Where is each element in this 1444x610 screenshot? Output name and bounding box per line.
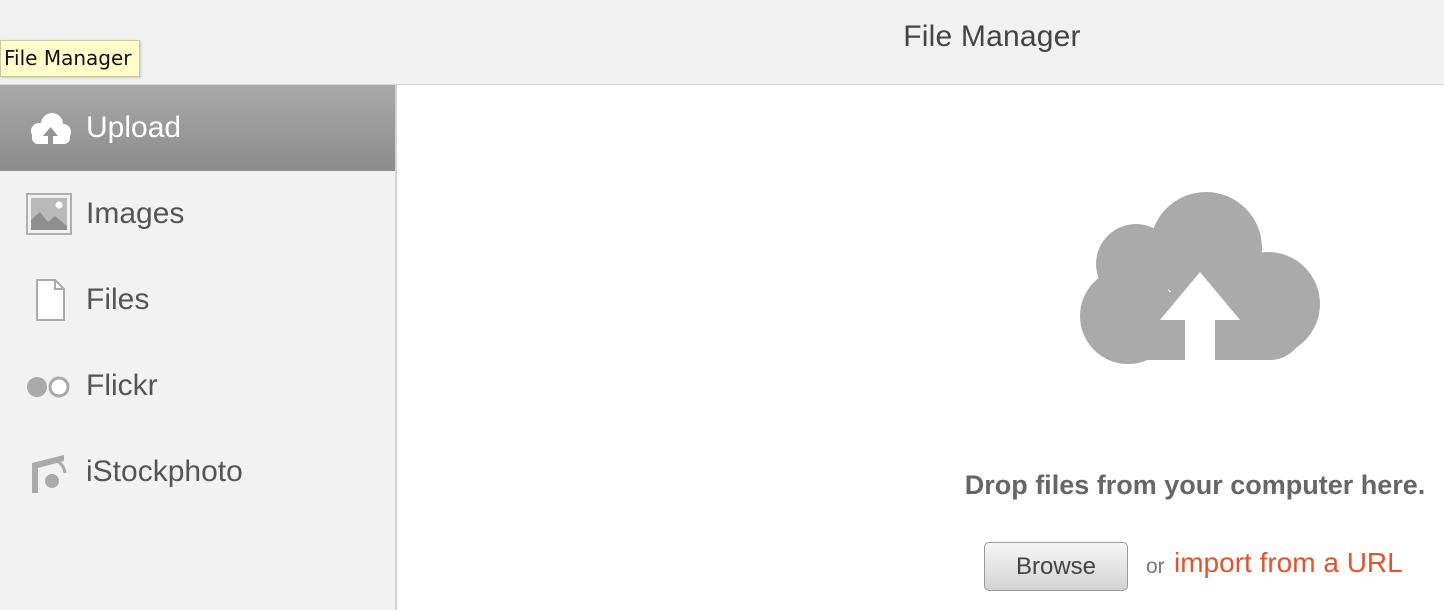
istockphoto-icon bbox=[32, 455, 67, 493]
sidebar-item-flickr[interactable]: Flickr bbox=[0, 343, 395, 429]
sidebar-item-istockphoto[interactable]: iStockphoto bbox=[0, 429, 395, 515]
cloud-upload-icon bbox=[1080, 192, 1320, 364]
sidebar-item-files[interactable]: Files bbox=[0, 257, 395, 343]
import-from-url-link[interactable]: import from a URL bbox=[1174, 547, 1403, 579]
sidebar: Upload Images Files Flickr iStockphoto bbox=[0, 85, 397, 610]
sidebar-item-label: iStockphoto bbox=[86, 455, 243, 488]
sidebar-item-upload[interactable]: Upload bbox=[0, 85, 395, 171]
page-title: File Manager bbox=[903, 20, 1081, 53]
sidebar-item-label: Flickr bbox=[86, 369, 158, 402]
sidebar-item-label: Upload bbox=[86, 111, 182, 144]
sidebar-item-images[interactable]: Images bbox=[0, 171, 395, 257]
cloud-upload-icon bbox=[31, 113, 71, 144]
sidebar-item-label: Images bbox=[86, 197, 185, 230]
image-icon bbox=[26, 193, 72, 235]
file-icon bbox=[36, 279, 65, 321]
header-bar: File Manager bbox=[0, 0, 1444, 85]
or-separator: or bbox=[1146, 555, 1165, 578]
browse-button[interactable]: Browse bbox=[984, 542, 1128, 591]
tooltip: File Manager bbox=[0, 40, 140, 77]
flickr-icon bbox=[27, 376, 70, 398]
drop-instructions: Drop files from your computer here. bbox=[964, 470, 1426, 500]
sidebar-item-label: Files bbox=[86, 283, 150, 316]
